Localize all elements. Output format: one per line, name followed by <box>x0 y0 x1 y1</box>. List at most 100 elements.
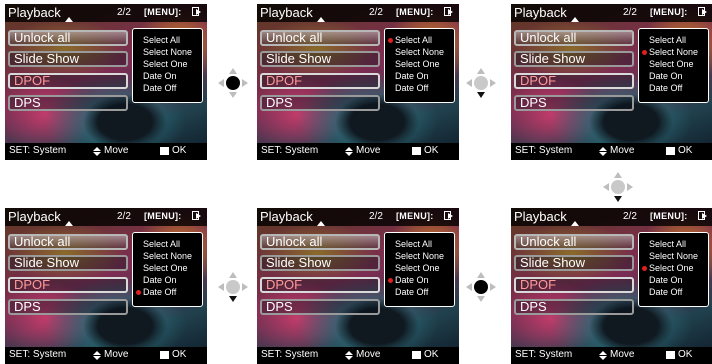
dpad-icon <box>466 68 496 98</box>
menu-item[interactable]: Unlock all <box>8 234 128 250</box>
menu-item[interactable]: DPOF <box>514 277 634 293</box>
return-icon[interactable] <box>192 7 201 16</box>
camera-screen: Playback 2/2 [MENU]: Unlock all Slide Sh… <box>257 4 459 160</box>
submenu-option[interactable]: Select None <box>642 47 699 58</box>
submenu-option[interactable]: Select All <box>395 239 432 250</box>
ok-hint: OK <box>678 145 693 156</box>
option-label: Select None <box>395 47 445 57</box>
menu-label: [MENU]: <box>650 211 688 221</box>
arrow-left-icon <box>466 283 472 291</box>
menu-item[interactable]: DPS <box>260 95 380 111</box>
menu-item[interactable]: Slide Show <box>514 51 634 67</box>
menu-item[interactable]: DPS <box>514 299 634 315</box>
return-icon[interactable] <box>444 7 453 16</box>
option-label: Date On <box>143 275 177 285</box>
option-label: Select None <box>395 251 445 261</box>
submenu-option[interactable]: Date Off <box>395 83 428 94</box>
option-label: Date Off <box>395 287 429 297</box>
submenu-option[interactable]: Select One <box>143 263 188 274</box>
submenu-option[interactable]: Select All <box>143 35 180 46</box>
menu-item[interactable]: Unlock all <box>8 30 128 46</box>
submenu-option[interactable]: Select None <box>395 47 444 58</box>
menu-item[interactable]: Slide Show <box>260 51 380 67</box>
submenu-option[interactable]: Select One <box>143 59 188 70</box>
menu-item[interactable]: Slide Show <box>514 255 634 271</box>
submenu-option[interactable]: Date On <box>388 275 429 286</box>
arrow-right-icon <box>627 183 633 191</box>
top-bar: Playback 2/2 [MENU]: <box>511 4 712 22</box>
submenu-option[interactable]: Select One <box>649 59 694 70</box>
option-label: Select None <box>649 251 699 261</box>
menu-item[interactable]: DPS <box>260 299 380 315</box>
menu-item[interactable]: DPS <box>514 95 634 111</box>
screen-title: Playback <box>260 209 313 224</box>
submenu-option[interactable]: Select All <box>649 35 686 46</box>
submenu-option[interactable]: Date Off <box>395 287 428 298</box>
arrow-down-icon <box>614 196 622 202</box>
center-button-icon <box>611 180 625 194</box>
submenu-option[interactable]: Date Off <box>136 287 176 298</box>
menu-item[interactable]: DPOF <box>260 73 380 89</box>
top-bar: Playback 2/2 [MENU]: <box>511 208 712 226</box>
menu-item[interactable]: Unlock all <box>514 30 634 46</box>
return-icon[interactable] <box>192 211 201 220</box>
submenu-option[interactable]: Select None <box>649 251 698 262</box>
menu-item[interactable]: DPOF <box>260 277 380 293</box>
arrow-up-icon <box>614 172 622 178</box>
submenu-option[interactable]: Date On <box>395 71 429 82</box>
submenu-option[interactable]: Date On <box>649 71 683 82</box>
top-bar: Playback 2/2 [MENU]: <box>5 4 207 22</box>
screen-title: Playback <box>514 209 567 224</box>
footer-bar: SET: System Move OK <box>511 143 712 160</box>
menu-item[interactable]: Unlock all <box>260 234 380 250</box>
submenu-option[interactable]: Select None <box>143 251 192 262</box>
menu-item[interactable]: Unlock all <box>260 30 380 46</box>
menu-item[interactable]: Slide Show <box>260 255 380 271</box>
menu-item[interactable]: Slide Show <box>8 51 128 67</box>
submenu-option[interactable]: Select One <box>395 59 440 70</box>
menu-item[interactable]: DPOF <box>8 277 128 293</box>
submenu-option[interactable]: Select One <box>395 263 440 274</box>
submenu-option[interactable]: Select One <box>642 263 694 274</box>
set-hint: SET: System <box>515 145 573 156</box>
submenu-option[interactable]: Date On <box>143 71 177 82</box>
menu-label: [MENU]: <box>650 7 688 17</box>
menu-item[interactable]: Unlock all <box>514 234 634 250</box>
submenu-option[interactable]: Select All <box>649 239 686 250</box>
return-icon[interactable] <box>698 211 707 220</box>
menu-item[interactable]: DPS <box>8 299 128 315</box>
option-label: Select None <box>649 47 699 57</box>
return-icon[interactable] <box>698 7 707 16</box>
move-hint: Move <box>104 145 129 156</box>
arrow-down-icon <box>477 92 485 98</box>
return-icon[interactable] <box>444 211 453 220</box>
submenu-option[interactable]: Date Off <box>649 287 682 298</box>
dpad-icon <box>603 172 633 202</box>
menu-item[interactable]: DPOF <box>8 73 128 89</box>
submenu-option[interactable]: Select None <box>143 47 192 58</box>
submenu-option[interactable]: Select All <box>388 35 432 46</box>
up-down-arrows-icon <box>93 351 101 360</box>
submenu-option[interactable]: Select None <box>395 251 444 262</box>
option-label: Select One <box>395 59 440 69</box>
dpad-icon <box>466 272 496 302</box>
camera-screen: Playback 2/2 [MENU]: Unlock all Slide Sh… <box>5 4 207 160</box>
submenu-option[interactable]: Date Off <box>143 83 176 94</box>
menu-item[interactable]: DPS <box>8 95 128 111</box>
submenu-option[interactable]: Select All <box>143 239 180 250</box>
ok-hint: OK <box>172 145 187 156</box>
arrow-down-icon <box>477 296 485 302</box>
submenu-option[interactable]: Date On <box>143 275 177 286</box>
submenu-option[interactable]: Date Off <box>649 83 682 94</box>
arrow-down-icon <box>229 92 237 98</box>
up-down-arrows-icon <box>93 147 101 156</box>
set-hint: SET: System <box>9 349 67 360</box>
option-label: Select One <box>395 263 440 273</box>
page-indicator: 2/2 <box>623 211 637 222</box>
menu-item[interactable]: Slide Show <box>8 255 128 271</box>
menu-item[interactable]: DPOF <box>514 73 634 89</box>
submenu-option[interactable]: Date On <box>649 275 683 286</box>
arrow-right-icon <box>490 79 496 87</box>
option-label: Select All <box>649 239 687 249</box>
option-label: Select One <box>143 59 188 69</box>
